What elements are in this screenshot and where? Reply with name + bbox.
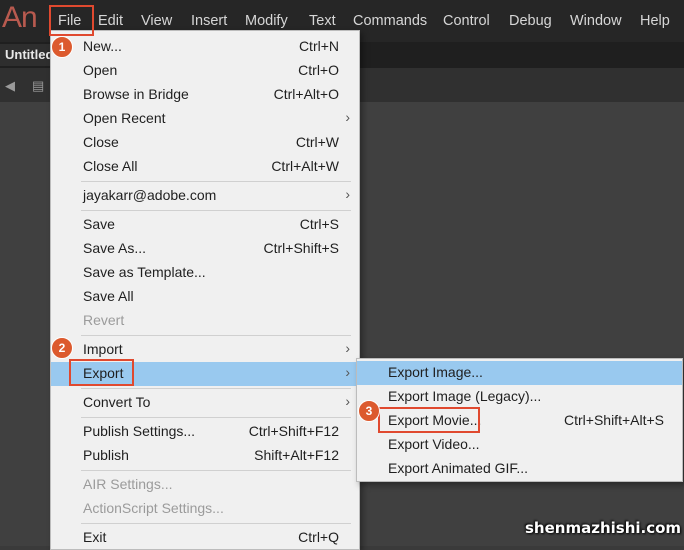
menu-view[interactable]: View bbox=[141, 10, 172, 32]
menu-item-convert-to[interactable]: Convert To › bbox=[51, 391, 359, 415]
menu-item-publish-settings[interactable]: Publish Settings... Ctrl+Shift+F12 bbox=[51, 420, 359, 444]
menu-item-label: Save as Template... bbox=[83, 264, 206, 280]
menu-item-label: Open Recent bbox=[83, 110, 166, 126]
menu-item-save[interactable]: Save Ctrl+S bbox=[51, 213, 359, 237]
menu-item-shortcut: Ctrl+Shift+S bbox=[263, 240, 339, 256]
menu-item-shortcut: Ctrl+Shift+Alt+S bbox=[564, 412, 664, 428]
menu-item-export-image-legacy[interactable]: Export Image (Legacy)... bbox=[357, 385, 682, 409]
menu-insert[interactable]: Insert bbox=[191, 10, 227, 32]
menu-item-save-as-template[interactable]: Save as Template... bbox=[51, 261, 359, 285]
menu-item-air-settings: AIR Settings... bbox=[51, 473, 359, 497]
menu-item-account[interactable]: jayakarr@adobe.com › bbox=[51, 184, 359, 208]
menu-item-label: ActionScript Settings... bbox=[83, 500, 224, 516]
menu-separator bbox=[81, 523, 351, 524]
menu-modify[interactable]: Modify bbox=[245, 10, 288, 32]
menu-item-label: Export Image (Legacy)... bbox=[388, 388, 542, 404]
menu-item-label: New... bbox=[83, 38, 122, 54]
menu-debug[interactable]: Debug bbox=[509, 10, 552, 32]
export-highlight-box bbox=[69, 359, 134, 386]
menu-item-export-video[interactable]: Export Video... bbox=[357, 433, 682, 457]
back-arrow-icon[interactable]: ◀ bbox=[5, 78, 15, 94]
menu-item-label: AIR Settings... bbox=[83, 476, 173, 492]
submenu-arrow-icon: › bbox=[345, 186, 350, 202]
menu-item-shortcut: Ctrl+W bbox=[295, 134, 339, 150]
menu-item-shortcut: Ctrl+N bbox=[298, 38, 339, 54]
menu-item-label: Export Animated GIF... bbox=[388, 460, 529, 476]
menu-item-browse-in-bridge[interactable]: Browse in Bridge Ctrl+Alt+O bbox=[51, 83, 359, 107]
menu-edit[interactable]: Edit bbox=[98, 10, 123, 32]
menu-item-label: Exit bbox=[83, 529, 107, 545]
step-badge-3: 3 bbox=[358, 400, 380, 422]
menu-item-label: Export Video... bbox=[388, 436, 480, 452]
menu-item-label: Convert To bbox=[83, 394, 151, 410]
scene-clapper-icon[interactable]: ▤ bbox=[32, 78, 44, 94]
menu-commands[interactable]: Commands bbox=[353, 10, 427, 32]
menu-item-shortcut: Ctrl+Alt+O bbox=[273, 86, 339, 102]
menu-item-label: Browse in Bridge bbox=[83, 86, 189, 102]
menu-item-label: Import bbox=[83, 341, 123, 357]
menu-item-shortcut: Ctrl+S bbox=[299, 216, 339, 232]
menu-item-shortcut: Ctrl+Alt+W bbox=[271, 158, 339, 174]
menu-item-label: Publish bbox=[83, 447, 129, 463]
step-badge-2: 2 bbox=[51, 337, 73, 359]
document-tab[interactable]: Untitled bbox=[0, 44, 52, 66]
submenu-arrow-icon: › bbox=[345, 364, 350, 380]
submenu-arrow-icon: › bbox=[345, 109, 350, 125]
menu-item-label: Close bbox=[83, 134, 119, 150]
menu-item-export-image[interactable]: Export Image... bbox=[357, 361, 682, 385]
menu-item-shortcut: Ctrl+Shift+F12 bbox=[248, 423, 339, 439]
menu-item-label: Publish Settings... bbox=[83, 423, 196, 439]
menu-item-save-all[interactable]: Save All bbox=[51, 285, 359, 309]
menu-item-label: Save All bbox=[83, 288, 134, 304]
file-menu: New... Ctrl+N Open Ctrl+O Browse in Bridge… bbox=[50, 30, 360, 550]
menu-separator bbox=[81, 417, 351, 418]
menu-separator bbox=[81, 335, 351, 336]
menu-separator bbox=[81, 181, 351, 182]
menu-item-label: Save bbox=[83, 216, 115, 232]
menu-item-shortcut: Ctrl+Q bbox=[298, 529, 339, 545]
menu-item-close[interactable]: Close Ctrl+W bbox=[51, 131, 359, 155]
menu-item-label: Close All bbox=[83, 158, 138, 174]
menu-item-shortcut: Shift+Alt+F12 bbox=[254, 447, 339, 463]
menu-separator bbox=[81, 210, 351, 211]
menu-item-label: Revert bbox=[83, 312, 125, 328]
step-badge-1: 1 bbox=[51, 36, 73, 58]
menu-item-open-recent[interactable]: Open Recent › bbox=[51, 107, 359, 131]
menu-item-new[interactable]: New... Ctrl+N bbox=[51, 35, 359, 59]
menu-item-actionscript-settings: ActionScript Settings... bbox=[51, 497, 359, 521]
export-movie-highlight-box bbox=[378, 407, 480, 433]
menu-separator bbox=[81, 388, 351, 389]
menu-separator bbox=[81, 470, 351, 471]
submenu-arrow-icon: › bbox=[345, 393, 350, 409]
menu-text[interactable]: Text bbox=[309, 10, 336, 32]
menu-item-revert: Revert bbox=[51, 309, 359, 333]
menu-item-label: Export Image... bbox=[388, 364, 483, 380]
submenu-arrow-icon: › bbox=[345, 340, 350, 356]
menu-item-label: jayakarr@adobe.com bbox=[83, 187, 217, 203]
file-highlight-box bbox=[49, 5, 94, 36]
menu-item-save-as[interactable]: Save As... Ctrl+Shift+S bbox=[51, 237, 359, 261]
menu-help[interactable]: Help bbox=[640, 10, 670, 32]
menu-item-open[interactable]: Open Ctrl+O bbox=[51, 59, 359, 83]
menu-item-label: Open bbox=[83, 62, 118, 78]
menu-item-export-animated-gif[interactable]: Export Animated GIF... bbox=[357, 457, 682, 481]
menu-item-exit[interactable]: Exit Ctrl+Q bbox=[51, 526, 359, 550]
menu-item-close-all[interactable]: Close All Ctrl+Alt+W bbox=[51, 155, 359, 179]
menu-item-shortcut: Ctrl+O bbox=[298, 62, 339, 78]
animate-logo: An bbox=[2, 1, 38, 34]
menu-control[interactable]: Control bbox=[443, 10, 490, 32]
menu-item-publish[interactable]: Publish Shift+Alt+F12 bbox=[51, 444, 359, 468]
menu-window[interactable]: Window bbox=[570, 10, 622, 32]
menu-item-label: Save As... bbox=[83, 240, 147, 256]
watermark: shenmazhishi.com bbox=[525, 519, 682, 537]
